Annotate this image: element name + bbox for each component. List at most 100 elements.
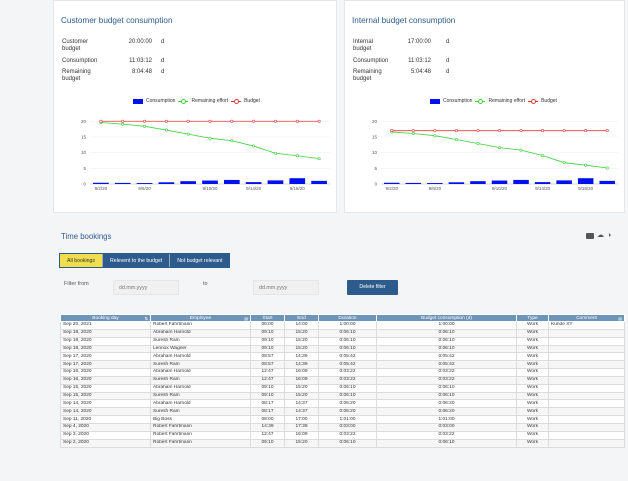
col-header-booking-day[interactable]: Booking day ⇅ [60,314,151,322]
budget-point [252,119,256,123]
filter-from-date-input[interactable] [113,280,179,295]
bookings-table-body: Sep 20, 2021 Robert Fahrtmann 06:00 14:00 1:… [60,321,625,448]
employee-cell: Robert Fahrtmann [150,321,251,330]
list-icon[interactable] [586,233,594,239]
table-row[interactable]: Sep 18, 2020 Lennox Wagner 09:10 15:20 0:06:… [60,344,625,354]
booking-day-cell: Sep 15, 2020 [60,383,151,393]
y-tick-label: 20 [81,119,87,124]
kv-unit: d [446,69,450,75]
type-cell: Work [516,391,549,401]
internal-budget-panel: Internal budget consumption Internal bud… [344,0,625,213]
type-cell: Work [516,383,549,393]
col-header-comment[interactable]: Comment ▤ [548,314,625,322]
filter-to-date-input[interactable] [253,280,319,295]
filter-to-label: to [203,281,208,287]
filter-icon[interactable]: ▤ [244,316,248,321]
duration-cell: 0:06:10 [318,391,377,401]
consumption-bar [599,180,615,184]
booking-day-cell: Sep 2, 2020 [60,438,151,448]
consumption-bar [180,181,197,184]
consumption-bar [289,178,306,184]
table-row[interactable]: Sep 20, 2021 Robert Fahrtmann 06:00 14:00 1:… [60,321,625,330]
remaining-effort-point [252,144,256,148]
booking-day-cell: Sep 18, 2020 [60,336,151,346]
kv-label: Remaining budget [62,69,91,82]
y-tick-label: 20 [372,119,378,124]
col-header-budget-consumption[interactable]: Budget consumption (d) [376,314,517,322]
budget-point [411,129,415,133]
bookings-toolbar: ☁ ◑ [586,232,611,240]
consumption-legend-swatch [133,98,143,104]
table-row[interactable]: Sep 14, 2020 Abraham Harnold 08:17 14:37 0:0… [60,399,625,409]
col-header-type[interactable]: Type [516,314,549,322]
budget-consumption-cell: 1:00:00 [376,321,517,330]
kv-unit: d [161,58,165,64]
employee-cell: Lennox Wagner [150,344,251,354]
remaining-effort-point [317,157,321,161]
consumption-bar [405,182,422,184]
start-cell: 08:57 [250,352,285,362]
table-row[interactable]: Sep 18, 2020 Suresh Ram 09:10 15:20 0:06:10 0… [60,336,625,346]
end-cell: 14:39 [284,352,319,362]
consumption-bar [448,182,465,184]
booking-day-cell: Sep 15, 2020 [60,391,151,401]
col-header-duration[interactable]: Duration [318,314,377,322]
y-tick-label: 15 [372,134,378,139]
start-cell: 14:39 [250,422,285,432]
kv-unit: d [161,39,165,45]
cloud-icon[interactable]: ☁ [597,232,604,240]
start-cell: 06:00 [250,321,285,330]
chart-legend: Consumption Remaining effort Budget [133,98,260,104]
tab-not-budget-relevant[interactable]: Not budget relevant [170,254,230,267]
y-tick-label: 10 [372,150,378,155]
sort-icon[interactable]: ⇅ [145,316,148,321]
col-header-employee[interactable]: Employee ▤ [150,314,251,322]
tab-relevant-to-budget[interactable]: Relevent to the budget [102,254,171,267]
table-row[interactable]: Sep 17, 2020 Abraham Harnold 08:57 14:39 0:0… [60,352,625,362]
delete-filter-button[interactable]: Delete filter [347,280,398,295]
col-header-end[interactable]: End [284,314,319,322]
table-row[interactable]: Sep 4, 2020 Robert Fahrtmann 14:39 17:39 0:0… [60,422,625,432]
table-row[interactable]: Sep 11, 2020 Big Boss 08:00 17:00 1:01:00 1:0… [60,415,625,424]
consumption-bar [311,180,327,184]
tab-all-bookings[interactable]: All bookings [60,254,103,267]
y-tick-label: 5 [83,166,86,171]
table-row[interactable]: Sep 17, 2020 Suresh Ram 08:57 14:39 0:05:42 0… [60,360,625,370]
end-cell: 15:20 [284,438,319,448]
time-bookings-title: Time bookings [61,232,112,241]
table-row[interactable]: Sep 15, 2020 Abraham Harnold 09:10 15:20 0:0… [60,383,625,393]
table-row[interactable]: Sep 3, 2020 Robert Fahrtmann 12:47 16:09 0:0… [60,430,625,440]
kv-value: 11:03:12 [129,58,152,64]
duration-cell: 0:06:20 [318,407,377,417]
col-header-label: Employee [189,315,212,321]
table-row[interactable]: Sep 18, 2020 Abraham Harnold 09:10 15:20 0:0… [60,328,625,338]
remaining-effort-point [273,151,277,155]
table-row[interactable]: Sep 14, 2020 Suresh Ram 08:17 14:37 0:06:20 0… [60,407,625,417]
x-tick-label: 9/18/20 [290,186,306,191]
table-row[interactable]: Sep 16, 2020 Abraham Harnold 12:47 16:09 0:0… [60,368,625,377]
internal-budget-chart: 0 5 10 15 20 9/2/20 9/6/20 9/10/20 9/14/20 9/18/2… [372,119,618,191]
consumption-bar [136,183,153,184]
booking-day-cell: Sep 11, 2020 [60,415,151,424]
x-tick-label: 9/10/20 [202,186,218,191]
consumption-bar [427,183,443,184]
budget-consumption-cell: 0:06:20 [376,407,517,417]
remaining-effort-line [391,131,608,169]
remaining-effort-point [121,122,125,126]
filter-icon[interactable]: ▤ [618,316,622,321]
table-row[interactable]: Sep 16, 2020 Suresh Ram 12:47 16:09 0:03:22 0… [60,375,625,385]
col-header-start[interactable]: Start [250,314,285,322]
table-row[interactable]: Sep 15, 2020 Suresh Ram 09:10 15:20 0:06:10 0… [60,391,625,401]
col-header-label: Comment [576,315,597,321]
end-cell: 14:00 [284,321,319,330]
toggle-icon[interactable]: ◑ [607,232,611,240]
budget-point [99,119,103,123]
end-cell: 17:00 [284,415,319,424]
budget-consumption-cell: 0:03:22 [376,368,517,377]
booking-day-cell: Sep 17, 2020 [60,352,151,362]
consumption-bar [577,178,594,184]
start-cell: 09:10 [250,391,285,401]
budget-point [519,129,523,133]
table-row[interactable]: Sep 2, 2020 Robert Fahrtmann 09:10 15:20 0:0… [60,438,625,448]
remaining-effort-point [498,146,502,150]
